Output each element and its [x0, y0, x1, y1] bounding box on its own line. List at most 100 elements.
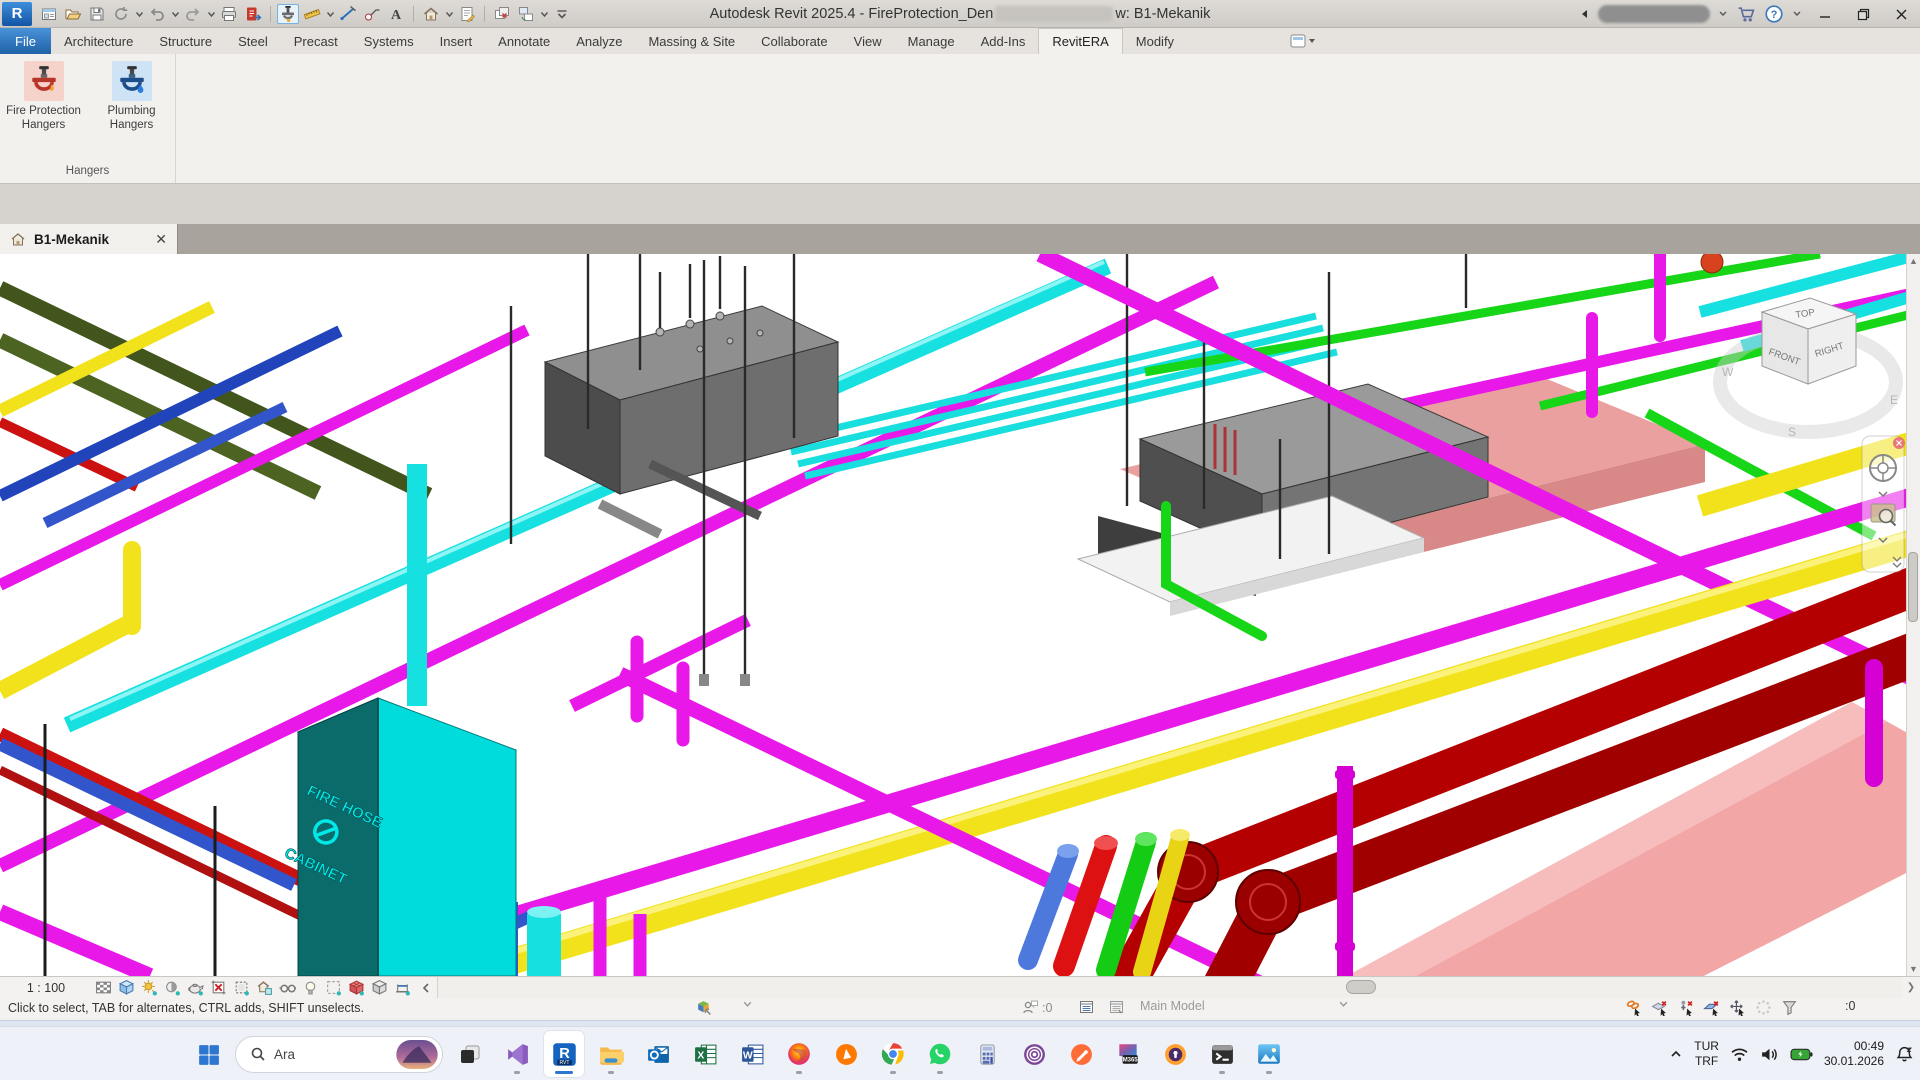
right-ahu-unit[interactable] — [1078, 384, 1488, 616]
taskbar-app-terminal[interactable] — [1202, 1031, 1242, 1077]
account-caret-icon[interactable] — [1718, 9, 1728, 19]
taskbar-app-m365-copilot[interactable]: M365 — [1108, 1031, 1148, 1077]
ribbon-tab-manage[interactable]: Manage — [895, 28, 968, 54]
help-caret-icon[interactable] — [1792, 9, 1802, 19]
drag-on-selection-icon[interactable] — [1729, 999, 1746, 1019]
ribbon-state-toggle[interactable] — [1286, 31, 1320, 51]
ribbon-tab-precast[interactable]: Precast — [281, 28, 351, 54]
ribbon-tab-annotate[interactable]: Annotate — [485, 28, 563, 54]
clock[interactable]: 00:49 30.01.2026 — [1824, 1039, 1884, 1069]
caret-icon[interactable] — [170, 4, 180, 24]
ribbon-tab-architecture[interactable]: Architecture — [51, 28, 146, 54]
taskbar-app-task-view[interactable] — [450, 1031, 490, 1077]
taskbar-app-photos[interactable] — [1249, 1031, 1289, 1077]
start-button[interactable] — [188, 1031, 228, 1077]
editing-requests-indicator[interactable]: :0 — [1022, 999, 1052, 1016]
reveal-constraints-icon[interactable] — [391, 978, 414, 998]
export-pdf-icon[interactable] — [242, 4, 264, 24]
help-icon[interactable]: ? — [1764, 4, 1784, 24]
3d-view-canvas[interactable]: FIRE HOSE CABINET W S E TOP FRONT RIGHT — [0, 254, 1920, 976]
ribbon-tab-massing-site[interactable]: Massing & Site — [635, 28, 748, 54]
taskbar-app-avast[interactable] — [826, 1031, 866, 1077]
taskbar-app-outlook[interactable] — [638, 1031, 678, 1077]
save-icon[interactable] — [86, 4, 108, 24]
hanger-active-icon[interactable] — [277, 4, 299, 24]
section-icon[interactable] — [337, 4, 359, 24]
workset-dropdown-caret-icon[interactable] — [1338, 999, 1349, 1010]
ribbon-tab-revitera[interactable]: RevitERA — [1038, 28, 1122, 54]
hidden-icons-chevron[interactable] — [1669, 1047, 1683, 1061]
store-cart-icon[interactable] — [1736, 5, 1756, 23]
zoom-tool-icon[interactable] — [1871, 504, 1896, 526]
taskbar-app-whatsapp[interactable] — [920, 1031, 960, 1077]
ribbon-tab-systems[interactable]: Systems — [351, 28, 427, 54]
temporary-hide-isolate-icon[interactable] — [276, 978, 299, 998]
language-indicator[interactable]: TUR TRF — [1694, 1039, 1719, 1069]
active-workset-icon[interactable] — [1108, 999, 1125, 1015]
sheet-icon[interactable] — [456, 4, 478, 24]
steering-wheel-icon[interactable] — [1870, 455, 1896, 481]
notifications-bell-icon[interactable] — [1895, 1045, 1914, 1064]
crop-view-icon[interactable] — [207, 978, 230, 998]
viewcube[interactable]: W S E TOP FRONT RIGHT — [1720, 298, 1898, 439]
scroll-up-icon[interactable]: ▲ — [1909, 256, 1918, 266]
tag-icon[interactable] — [361, 4, 383, 24]
ribbon-tab-add-ins[interactable]: Add-Ins — [968, 28, 1039, 54]
taskbar-app-visual-studio[interactable] — [497, 1031, 537, 1077]
progress-ring-icon[interactable] — [1755, 999, 1772, 1019]
measure-icon[interactable] — [301, 4, 323, 24]
sun-path-icon[interactable] — [138, 978, 161, 998]
taskbar-app-firefox[interactable] — [779, 1031, 819, 1077]
properties-icon[interactable] — [38, 4, 60, 24]
ribbon-tab-collaborate[interactable]: Collaborate — [748, 28, 841, 54]
select-by-face-icon[interactable] — [1703, 999, 1720, 1019]
taskbar-app-excel[interactable]: X — [685, 1031, 725, 1077]
vertical-scrollbar[interactable]: ▲ ▼ — [1906, 254, 1920, 976]
ribbon-tab-view[interactable]: View — [841, 28, 895, 54]
open-icon[interactable] — [62, 4, 84, 24]
undo-icon[interactable] — [146, 4, 168, 24]
vertical-scroll-thumb[interactable] — [1908, 552, 1918, 622]
worksets-dialog-icon[interactable] — [1078, 999, 1095, 1015]
restore-button[interactable] — [1848, 2, 1878, 26]
battery-icon[interactable] — [1790, 1048, 1813, 1061]
save-orientation-icon[interactable] — [253, 978, 276, 998]
displacement-sets-icon[interactable] — [368, 978, 391, 998]
temporary-view-properties-icon[interactable] — [322, 978, 345, 998]
taskbar-app-postman[interactable] — [1061, 1031, 1101, 1077]
collapse-arrow-icon[interactable] — [1580, 9, 1590, 19]
caret-icon[interactable] — [325, 4, 335, 24]
crop-region-icon[interactable] — [230, 978, 253, 998]
taskbar-app-secure-browser[interactable] — [1155, 1031, 1195, 1077]
select-pinned-icon[interactable] — [1677, 999, 1694, 1019]
account-name-redacted[interactable] — [1598, 5, 1710, 23]
search-highlight-image[interactable] — [396, 1040, 438, 1069]
shadows-icon[interactable] — [161, 978, 184, 998]
taskbar-app-file-explorer[interactable] — [591, 1031, 631, 1077]
worksharing-display-icon[interactable] — [345, 978, 368, 998]
scroll-down-icon[interactable]: ▼ — [1909, 964, 1918, 974]
revit-app-icon[interactable]: R — [2, 2, 32, 26]
volume-icon[interactable] — [1760, 1047, 1779, 1062]
detail-level-icon[interactable] — [92, 978, 115, 998]
reveal-hidden-elements-icon[interactable] — [299, 978, 322, 998]
minimize-button[interactable] — [1810, 2, 1840, 26]
view-tab-b1-mekanik[interactable]: B1-Mekanik ✕ — [0, 224, 178, 254]
view-tab-close-icon[interactable]: ✕ — [155, 231, 167, 248]
sync-icon[interactable] — [110, 4, 132, 24]
taskbar-app-word[interactable]: W — [732, 1031, 772, 1077]
horizontal-scroll-thumb[interactable] — [1346, 980, 1376, 994]
caret-icon[interactable] — [134, 4, 144, 24]
view-scale-button[interactable]: 1 : 100 — [0, 981, 92, 995]
taskbar-app-calculator[interactable] — [967, 1031, 1007, 1077]
ribbon-tab-file[interactable]: File — [0, 28, 51, 54]
qat-menu-icon[interactable] — [551, 4, 573, 24]
taskbar-app-chrome[interactable] — [873, 1031, 913, 1077]
ribbon-tab-modify[interactable]: Modify — [1123, 28, 1187, 54]
close-button[interactable] — [1886, 2, 1916, 26]
ribbon-tab-analyze[interactable]: Analyze — [563, 28, 635, 54]
select-underlay-icon[interactable] — [1651, 999, 1668, 1019]
rendering-dialog-icon[interactable] — [184, 978, 207, 998]
workset-caret-icon[interactable] — [742, 999, 753, 1010]
taskbar-app-revit[interactable]: RRVT — [544, 1031, 584, 1077]
